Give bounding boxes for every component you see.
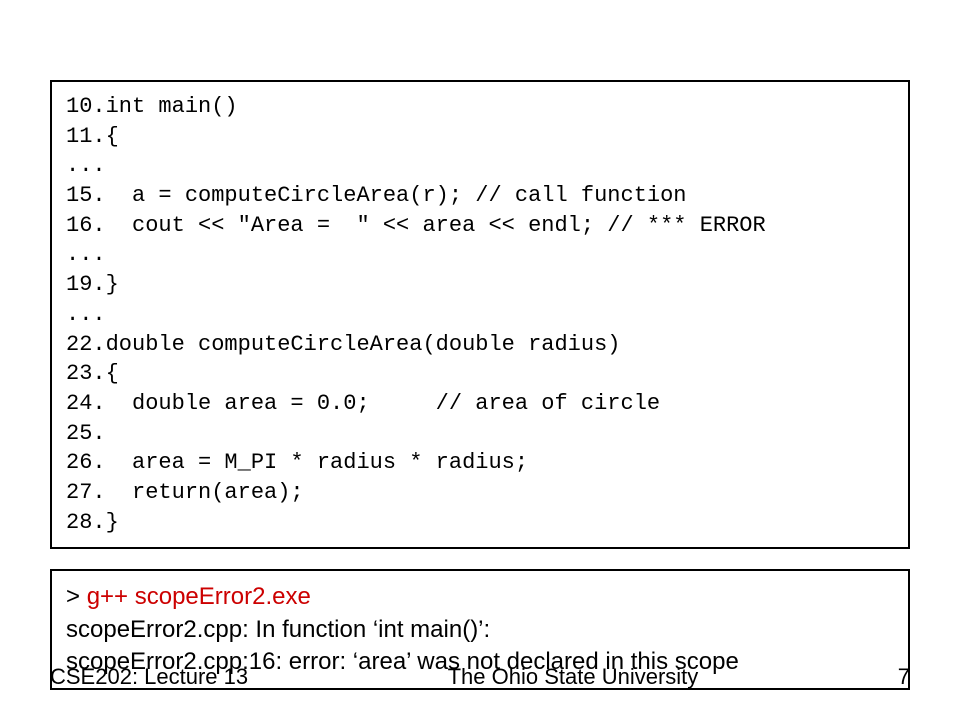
code-line: 11.{ (66, 122, 894, 152)
footer-right: 7 (898, 664, 910, 690)
code-line: 10.int main() (66, 92, 894, 122)
code-line: 26. area = M_PI * radius * radius; (66, 448, 894, 478)
code-line: 15. a = computeCircleArea(r); // call fu… (66, 181, 894, 211)
code-line: 25. (66, 419, 894, 449)
code-line: 23.{ (66, 359, 894, 389)
footer-left: CSE202: Lecture 13 (50, 664, 248, 690)
code-line: 27. return(area); (66, 478, 894, 508)
code-line: 16. cout << "Area = " << area << endl; /… (66, 211, 894, 241)
console-command: g++ scopeError2.exe (87, 583, 311, 610)
footer-center: The Ohio State University (448, 664, 699, 690)
code-line: 22.double computeCircleArea(double radiu… (66, 330, 894, 360)
console-command-line: > g++ scopeError2.exe (66, 581, 894, 613)
slide-footer: CSE202: Lecture 13 The Ohio State Univer… (50, 664, 910, 690)
code-line: ... (66, 151, 894, 181)
code-line: ... (66, 240, 894, 270)
code-line: 24. double area = 0.0; // area of circle (66, 389, 894, 419)
code-line: ... (66, 300, 894, 330)
console-output-line: scopeError2.cpp: In function ‘int main()… (66, 614, 894, 646)
code-line: 19.} (66, 270, 894, 300)
console-prompt: > (66, 583, 87, 610)
code-line: 28.} (66, 508, 894, 538)
code-block: 10.int main() 11.{ ... 15. a = computeCi… (50, 80, 910, 549)
